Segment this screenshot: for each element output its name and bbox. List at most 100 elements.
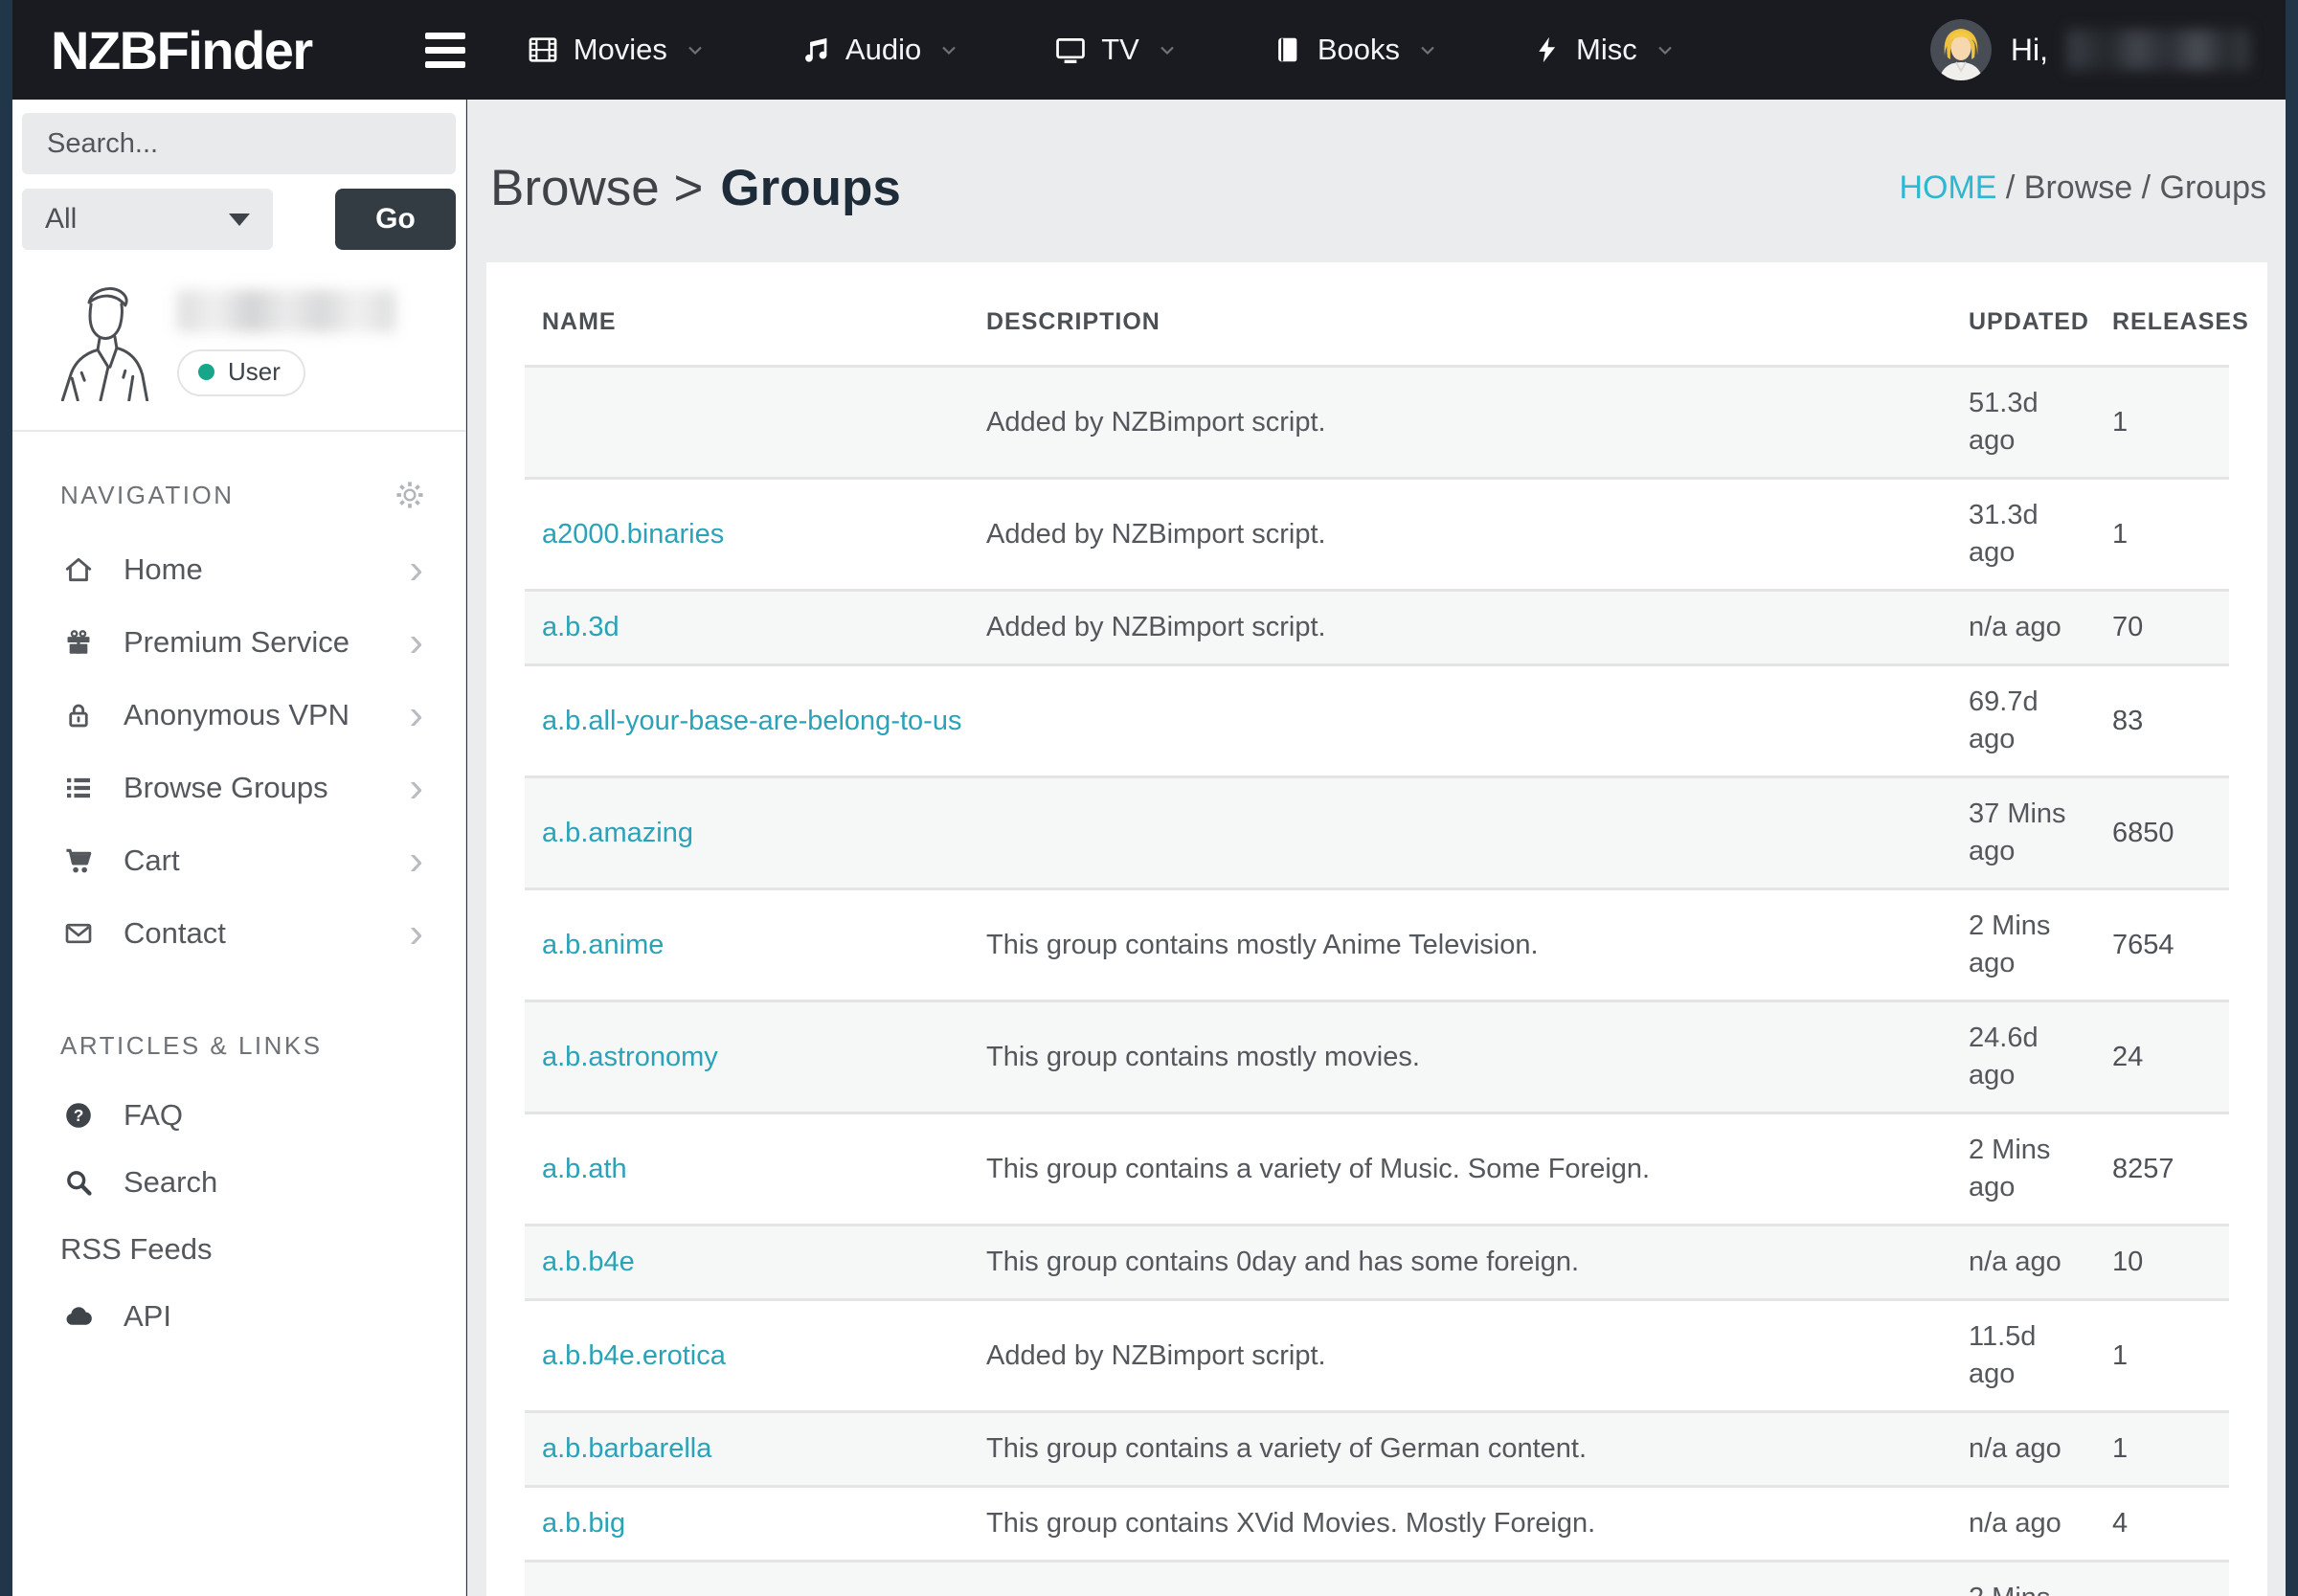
chevron-down-icon (1416, 38, 1439, 61)
gear-icon[interactable] (394, 480, 425, 510)
group-description: Added by NZBimport script. (986, 367, 1969, 479)
group-updated: n/a ago (1969, 591, 2112, 665)
site-logo[interactable]: NZBFinder (51, 19, 312, 81)
nav-item-label: Books (1318, 33, 1400, 67)
home-icon (63, 554, 94, 585)
search-input[interactable] (22, 113, 456, 174)
sidebar-item-cart[interactable]: Cart › (60, 824, 423, 897)
page-title-current: Groups (720, 159, 900, 217)
chevron-down-icon (937, 38, 960, 61)
group-description: This group contains a variety of German … (986, 1412, 1969, 1487)
breadcrumb-trail: / Browse / Groups (1996, 169, 2266, 206)
group-description: This group contains XVid Movies. Mostly … (986, 1487, 1969, 1562)
nav-item-books[interactable]: Books (1273, 33, 1439, 67)
breadcrumb-home-link[interactable]: HOME (1899, 169, 1996, 206)
group-releases: 1 (2112, 479, 2229, 591)
table-row: a.b.anime This group contains mostly Ani… (525, 889, 2229, 1001)
group-updated: 51.3d ago (1969, 367, 2112, 479)
nav-item-movies[interactable]: Movies (527, 33, 707, 67)
group-updated: 69.7d ago (1969, 665, 2112, 777)
cart-icon (63, 845, 94, 876)
question-circle-icon: ? (63, 1100, 94, 1131)
group-link[interactable]: a.b.big (542, 1508, 625, 1539)
table-row: a.b.all-your-base-are-belong-to-us 69.7d… (525, 665, 2229, 777)
film-icon (527, 34, 559, 66)
sidebar-user-card: User (12, 250, 465, 401)
group-releases: 10 (2112, 1225, 2229, 1300)
search-icon (63, 1167, 94, 1198)
group-description: This group contains 0day and has some fo… (986, 1225, 1969, 1300)
nav-item-audio[interactable]: Audio (800, 33, 960, 67)
group-updated: 31.3d ago (1969, 479, 2112, 591)
chevron-down-icon (1156, 38, 1179, 61)
top-navigation: Movies Audio TV (527, 33, 1677, 67)
sidebar-item-faq[interactable]: ? FAQ (60, 1082, 423, 1149)
badge-label: User (228, 357, 281, 387)
group-link[interactable]: a.b.astronomy (542, 1042, 718, 1072)
group-releases: 1 (2112, 367, 2229, 479)
group-updated: n/a ago (1969, 1225, 2112, 1300)
nav-item-misc[interactable]: Misc (1533, 33, 1677, 67)
sidebar-item-search[interactable]: Search (60, 1149, 423, 1216)
hamburger-menu-icon[interactable] (425, 33, 465, 68)
table-row: a.b.b4e This group contains 0day and has… (525, 1225, 2229, 1300)
group-releases: 70 (2112, 591, 2229, 665)
sidebar-item-anonymous-vpn[interactable]: Anonymous VPN › (60, 679, 423, 752)
group-description: Added by NZBimport script. (986, 1300, 1969, 1412)
group-description (986, 665, 1969, 777)
sketch-avatar (55, 282, 150, 401)
groups-table-card: NAME DESCRIPTION UPDATED RELEASES Added … (486, 262, 2267, 1596)
sidebar-item-api[interactable]: API (60, 1283, 423, 1350)
group-link[interactable]: a.b.all-your-base-are-belong-to-us (542, 706, 961, 736)
group-description: Added by NZBimport script. (986, 479, 1969, 591)
group-releases: 14335 (2112, 1562, 2229, 1596)
category-select[interactable]: All (22, 189, 273, 250)
group-link[interactable]: a.b.amazing (542, 818, 693, 848)
gift-icon (63, 627, 94, 658)
group-updated: 11.5d ago (1969, 1300, 2112, 1412)
bolt-icon (1533, 35, 1562, 64)
nav-item-tv[interactable]: TV (1054, 33, 1179, 67)
chevron-right-icon: › (409, 840, 423, 882)
group-releases: 6850 (2112, 777, 2229, 889)
sidebar-item-contact[interactable]: Contact › (60, 897, 423, 970)
group-updated: 2 Mins ago (1969, 1562, 2112, 1596)
group-link[interactable]: a.b.b4e (542, 1247, 635, 1277)
table-row: a.b.b4e.erotica Added by NZBimport scrip… (525, 1300, 2229, 1412)
group-link[interactable]: a.b.ath (542, 1154, 627, 1184)
redacted-username (177, 290, 395, 332)
table-row: a.b.bloaf This group contains a variety.… (525, 1562, 2229, 1596)
sidebar-item-premium-service[interactable]: Premium Service › (60, 606, 423, 679)
table-row: a.b.barbarella This group contains a var… (525, 1412, 2229, 1487)
go-button[interactable]: Go (335, 189, 456, 250)
music-note-icon (800, 34, 831, 65)
group-link[interactable]: a2000.binaries (542, 519, 724, 550)
svg-text:?: ? (74, 1106, 84, 1125)
group-link[interactable]: a.b.b4e.erotica (542, 1340, 726, 1371)
greeting-text: Hi, (2011, 33, 2048, 68)
table-row: a.b.ath This group contains a variety of… (525, 1113, 2229, 1225)
sidebar-item-home[interactable]: Home › (60, 533, 423, 606)
user-avatar[interactable] (1930, 19, 1992, 80)
table-row: a.b.amazing 37 Mins ago 6850 (525, 777, 2229, 889)
articles-links-heading: ARTICLES & LINKS (60, 1031, 323, 1061)
chevron-right-icon: › (409, 549, 423, 591)
table-row: a.b.3d Added by NZBimport script. n/a ag… (525, 591, 2229, 665)
table-row: Added by NZBimport script. 51.3d ago 1 (525, 367, 2229, 479)
group-description (986, 777, 1969, 889)
group-link[interactable]: a.b.barbarella (542, 1433, 711, 1464)
user-menu[interactable]: Hi, (1930, 19, 2249, 80)
group-description: This group contains mostly Anime Televis… (986, 889, 1969, 1001)
sidebar-item-browse-groups[interactable]: Browse Groups › (60, 752, 423, 824)
group-updated: n/a ago (1969, 1412, 2112, 1487)
group-releases: 4 (2112, 1487, 2229, 1562)
group-link[interactable]: a.b.3d (542, 612, 620, 642)
group-releases: 24 (2112, 1001, 2229, 1113)
groups-table-body: Added by NZBimport script. 51.3d ago 1 a… (525, 367, 2229, 1596)
column-header-name: NAME (525, 262, 986, 367)
category-selected-value: All (45, 203, 77, 236)
group-link[interactable]: a.b.anime (542, 930, 664, 960)
nav-item-label: Movies (574, 33, 667, 67)
book-icon (1273, 34, 1303, 65)
sidebar-item-rss-feeds[interactable]: RSS Feeds (60, 1216, 423, 1283)
